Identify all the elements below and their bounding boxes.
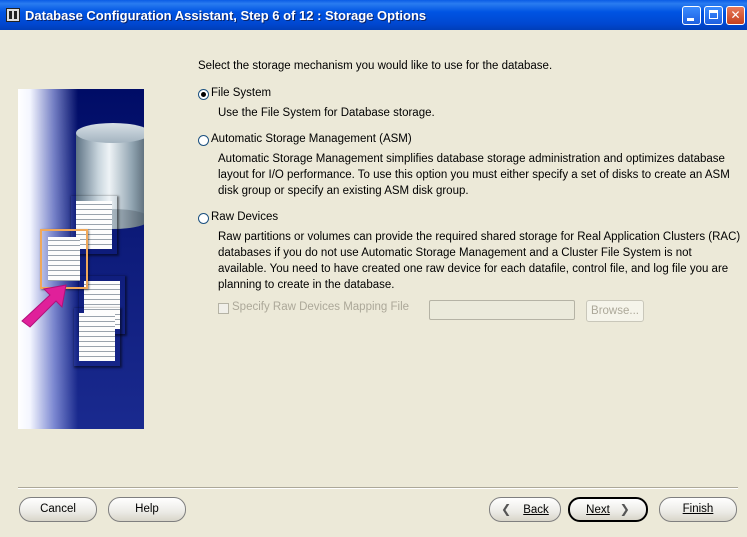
raw-mapping-file-input[interactable] [429, 300, 575, 320]
finish-button-label: Finish [682, 503, 714, 515]
back-button[interactable]: ❮ Back [489, 497, 561, 522]
footer-divider [18, 487, 738, 489]
instructions-text: Select the storage mechanism you would l… [198, 60, 553, 72]
help-button-label: Help [135, 503, 159, 515]
option-asm: Automatic Storage Management (ASM) Autom… [198, 133, 743, 199]
option-raw-devices: Raw Devices Raw partitions or volumes ca… [198, 211, 743, 293]
raw-mapping-checkbox[interactable] [218, 303, 229, 314]
help-button[interactable]: Help [108, 497, 186, 522]
file-system-radio[interactable] [198, 89, 209, 100]
file-system-description: Use the File System for Database storage… [218, 107, 435, 119]
next-button[interactable]: Next ❯ [568, 497, 648, 522]
asm-radio[interactable] [198, 135, 209, 146]
raw-devices-radio-row[interactable]: Raw Devices [198, 211, 743, 227]
document-icon [73, 307, 121, 367]
chevron-left-icon: ❮ [501, 502, 512, 516]
back-button-label: Back [523, 504, 549, 516]
next-button-label: Next [586, 504, 610, 516]
file-system-label[interactable]: File System [211, 87, 271, 99]
arrow-icon [21, 284, 67, 328]
dbca-window: Database Configuration Assistant, Step 6… [0, 0, 747, 537]
raw-devices-label[interactable]: Raw Devices [211, 211, 278, 223]
browse-button[interactable]: Browse... [586, 300, 644, 322]
asm-label[interactable]: Automatic Storage Management (ASM) [211, 133, 412, 145]
asm-radio-row[interactable]: Automatic Storage Management (ASM) [198, 133, 743, 149]
raw-mapping-label: Specify Raw Devices Mapping File [232, 301, 410, 313]
file-system-radio-row[interactable]: File System [198, 87, 743, 103]
storage-options-panel: Select the storage mechanism you would l… [198, 0, 743, 440]
cancel-button[interactable]: Cancel [19, 497, 97, 522]
finish-button[interactable]: Finish [659, 497, 737, 522]
app-icon[interactable] [6, 8, 20, 22]
asm-description: Automatic Storage Management simplifies … [218, 153, 730, 197]
chevron-right-icon: ❯ [619, 502, 630, 516]
option-file-system: File System Use the File System for Data… [198, 87, 743, 121]
storage-illustration [18, 89, 144, 429]
raw-mapping-row: Specify Raw Devices Mapping File Browse.… [218, 300, 747, 322]
raw-devices-description: Raw partitions or volumes can provide th… [218, 231, 741, 291]
raw-devices-radio[interactable] [198, 213, 209, 224]
cancel-button-label: Cancel [40, 503, 76, 515]
